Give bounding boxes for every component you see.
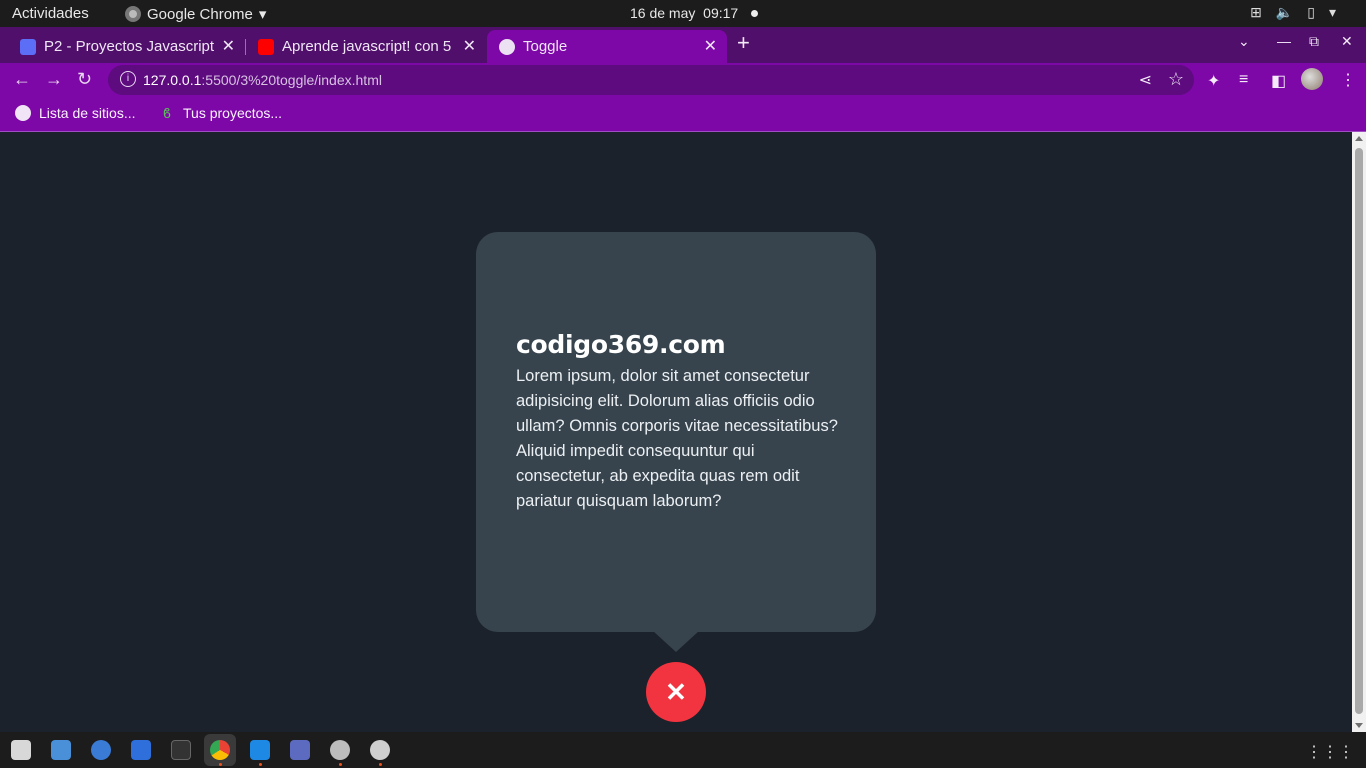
leaf-icon: ϐ [163,105,172,121]
close-tab-icon[interactable]: ✕ [222,36,235,56]
text-editor-icon[interactable] [51,740,71,760]
bookmark-label: Lista de sitios... [39,105,136,121]
tab-youtube[interactable]: Aprende javascript! con 5 ✕ [238,30,486,63]
extensions-icon[interactable]: ✦ [1207,71,1220,91]
tab-title: Aprende javascript! con 5 [282,38,452,55]
disc-icon[interactable] [330,740,350,760]
classroom-icon [20,38,36,55]
share-icon[interactable]: ⋖ [1139,70,1152,90]
scroll-up-icon[interactable] [1355,136,1363,141]
youtube-icon [258,38,274,55]
reload-icon[interactable]: ↻ [77,69,92,90]
app-grid-icon[interactable]: ⋮⋮⋮ [1306,742,1354,762]
chrome-icon[interactable] [210,740,230,760]
running-indicator [259,763,262,766]
running-indicator [219,763,222,766]
system-status-area[interactable]: ⊞ 🔈 ▯ ▾ [1250,4,1336,21]
app-menu-label: Google Chrome [147,5,253,23]
scrollbar-thumb[interactable] [1355,148,1363,714]
help-icon[interactable] [91,740,111,760]
screenshot-icon[interactable] [290,740,310,760]
globe-icon [499,38,515,55]
bookmark-star-icon[interactable]: ☆ [1168,69,1184,90]
clock-date: 16 de may [630,5,696,21]
site-info-icon[interactable]: i [120,71,136,87]
activities-button[interactable]: Actividades [12,5,89,22]
globe-icon [15,105,31,121]
new-tab-button[interactable]: + [737,30,750,56]
toggle-card: codigo369.com Lorem ipsum, dolor sit ame… [476,232,876,652]
chevron-down-icon: ▾ [1328,4,1336,20]
menu-kebab-icon[interactable]: ⋮ [1340,70,1356,90]
minimize-icon[interactable]: — [1277,33,1291,49]
card-pointer [652,630,700,652]
bookmarks-bar: Lista de sitios... ϐ Tus proyectos... [0,97,1366,132]
close-tab-icon[interactable]: ✕ [704,36,717,56]
media-controls-icon[interactable]: ≡ [1239,71,1248,89]
browser-toolbar: ← → ↻ i 127.0.0.1:5500/3%20toggle/index.… [0,63,1366,97]
terminal-icon[interactable] [171,740,191,760]
files-icon[interactable] [11,740,31,760]
bookmark-label: Tus proyectos... [183,105,283,121]
notification-dot-icon [751,10,758,17]
system-top-bar: Actividades Google Chrome ▾ 16 de may 09… [0,0,1366,27]
bookmark-tus-proyectos[interactable]: ϐ Tus proyectos... [163,105,282,121]
url-path: :5500/3%20toggle/index.html [201,72,382,88]
chrome-icon [125,6,141,22]
software-icon[interactable] [370,740,390,760]
caret-down-icon: ▾ [258,6,267,23]
close-tab-icon[interactable]: ✕ [463,36,476,56]
toggle-close-button[interactable]: ✕ [646,662,706,722]
forward-icon[interactable]: → [45,69,63,90]
network-icon: ⊞ [1250,4,1262,20]
card-body: Lorem ipsum, dolor sit amet consectetur … [516,367,838,510]
system-monitor-icon[interactable] [131,740,151,760]
profile-avatar[interactable] [1301,68,1323,90]
running-indicator [339,763,342,766]
bookmark-lista-de-sitios[interactable]: Lista de sitios... [15,105,136,121]
url-host: 127.0.0.1 [143,72,202,88]
page-viewport: codigo369.com Lorem ipsum, dolor sit ame… [0,132,1352,732]
tab-toggle[interactable]: Toggle ✕ [487,30,727,63]
tab-title: Toggle [523,38,568,55]
tab-proyectos[interactable]: P2 - Proyectos Javascript ✕ [0,30,245,63]
scroll-down-icon[interactable] [1355,723,1363,728]
battery-icon: ▯ [1307,4,1315,20]
close-window-icon[interactable]: ✕ [1341,33,1353,50]
page-scrollbar[interactable] [1352,132,1366,732]
clock-time: 09:17 [703,5,739,21]
clock[interactable]: 16 de may 09:17 [630,5,738,21]
close-icon: ✕ [665,677,687,707]
tab-search-icon[interactable]: ⌄ [1238,33,1250,50]
taskbar-dock: ⋮⋮⋮ [0,732,1366,768]
running-indicator [379,763,382,766]
side-panel-icon[interactable]: ◧ [1271,71,1286,91]
volume-icon: 🔈 [1275,4,1294,20]
tab-title: P2 - Proyectos Javascript [44,38,214,55]
app-menu[interactable]: Google Chrome ▾ [125,5,266,23]
card-heading: codigo369.com [516,330,726,359]
back-icon[interactable]: ← [13,69,31,90]
address-bar[interactable]: i 127.0.0.1:5500/3%20toggle/index.html ⋖… [108,65,1194,95]
restore-icon[interactable]: ⧉ [1309,33,1319,50]
url-text: 127.0.0.1:5500/3%20toggle/index.html [143,72,382,88]
tab-strip: P2 - Proyectos Javascript ✕ Aprende java… [0,27,1366,63]
vscode-icon[interactable] [250,740,270,760]
